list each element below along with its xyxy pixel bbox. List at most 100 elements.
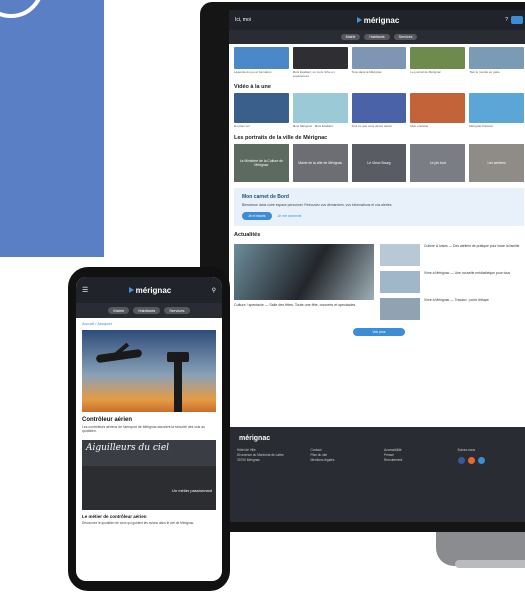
desktop-header: Ici, moi mérignac ? xyxy=(229,10,525,30)
mobile-logo[interactable]: mérignac xyxy=(128,285,172,295)
video-thumb[interactable] xyxy=(351,93,407,124)
featured-caption[interactable]: Mois Etudiant, un mois riche en expérien… xyxy=(293,70,348,78)
featured-thumb[interactable] xyxy=(410,47,466,69)
nav-pill-habitants[interactable]: Habitants xyxy=(364,34,390,40)
featured-thumb[interactable] xyxy=(234,47,289,69)
news-main-card[interactable]: Culture / spectacle — Salle des fêtes. T… xyxy=(234,243,374,320)
nav-pill-habitants[interactable]: Habitants xyxy=(133,307,161,314)
nav-pill-mairie[interactable]: Mairie xyxy=(340,34,361,40)
desktop-monitor: Ici, moi mérignac ? Mairie Habitants Ser… xyxy=(200,2,525,532)
footer-col-links: Accessibilité Presse Recrutement xyxy=(384,448,448,464)
news-main-image[interactable] xyxy=(234,243,374,300)
hero-image xyxy=(82,330,216,412)
video-section: Vidéo à la une En plein vol Mois Mérigna… xyxy=(229,81,525,132)
video-thumb[interactable] xyxy=(469,93,524,124)
portrait-tile[interactable]: Les sentiers xyxy=(469,143,524,182)
news-item[interactable]: Vivre à Mérignac — Une nouvelle médiathè… xyxy=(380,270,524,293)
news-section-title: Actualités xyxy=(234,231,261,238)
desktop-screen: Ici, moi mérignac ? Mairie Habitants Ser… xyxy=(229,10,525,522)
news-grid: Culture / spectacle — Salle des fêtes. T… xyxy=(229,243,525,320)
portrait-tile[interactable]: Le pin tord xyxy=(410,143,466,182)
portrait-tile[interactable]: Mairie de la ville de Mérignac xyxy=(292,143,348,182)
facebook-icon[interactable] xyxy=(457,457,465,465)
callout-title: Mon carnet de Bord xyxy=(242,193,289,200)
footer-logo-text: mérignac xyxy=(239,435,271,442)
mobile-nav: Mairie Habitants Services xyxy=(76,303,222,318)
portraits-section-title: Les portraits de la ville de Mérignac xyxy=(234,134,328,141)
nav-pill-services[interactable]: Services xyxy=(164,307,190,314)
mobile-logo-text: mérignac xyxy=(135,285,172,295)
help-icon[interactable]: ? xyxy=(505,17,508,23)
news-item-image[interactable] xyxy=(380,297,420,320)
footer-col-address: Hôtel de Ville 60 avenue du Maréchal de … xyxy=(237,448,301,464)
portrait-tile[interactable]: Le Vieux Bourg xyxy=(351,143,407,182)
featured-caption[interactable]: Le journal de Mérignac xyxy=(410,70,465,78)
article-text: Les contrôleurs aériens de l'aéroport de… xyxy=(82,425,205,434)
login-link[interactable]: Je me connecte xyxy=(278,214,302,218)
article-subtitle-text: Découvrez le quotidien de ceux qui guide… xyxy=(82,520,195,525)
news-item-image[interactable] xyxy=(380,243,420,266)
footer-social-label: Suivez-nous xyxy=(457,448,476,452)
article-subtitle: Le métier de contrôleur aérien xyxy=(82,513,147,519)
signup-button[interactable]: Je m'inscris xyxy=(242,211,272,220)
video-thumb[interactable] xyxy=(410,93,466,124)
article-image-caption: Aiguilleurs du ciel xyxy=(86,442,170,453)
twitter-icon[interactable] xyxy=(477,457,485,465)
footer-col-social: Suivez-nous xyxy=(457,448,522,465)
play-icon xyxy=(356,17,362,23)
portraits-section: Les portraits de la ville de Mérignac Le… xyxy=(229,132,525,185)
portrait-tile[interactable]: Le Ministère de la Culture de Mérignac xyxy=(234,143,289,182)
news-item-text[interactable]: Vivre à Mérignac — Une nouvelle médiathè… xyxy=(424,271,510,293)
featured-caption[interactable]: Tous dans la Mérignac xyxy=(352,70,407,78)
news-item[interactable]: Culture & loisirs — Des ateliers de prat… xyxy=(380,243,524,266)
location-label[interactable]: Ici, moi xyxy=(235,17,251,23)
article-image-subcaption: Un métier passionnant xyxy=(171,487,212,493)
news-list: Culture & loisirs — Des ateliers de prat… xyxy=(380,243,524,320)
account-callout: Mon carnet de Bord Bienvenue dans votre … xyxy=(234,187,524,226)
video-caption[interactable]: Tout ce que vous devez savoir xyxy=(352,125,407,129)
video-caption[interactable]: En plein vol xyxy=(234,125,289,129)
nav-pill-services[interactable]: Services xyxy=(393,34,418,40)
decorative-blue-panel xyxy=(0,0,104,257)
video-caption[interactable]: Mon entraîné xyxy=(410,125,465,129)
callout-text: Bienvenue dans votre espace personnel. R… xyxy=(242,202,393,207)
site-logo[interactable]: mérignac xyxy=(356,15,400,25)
news-item[interactable]: Vivre à Mérignac — Travaux : point d'éta… xyxy=(380,297,524,320)
footer-link[interactable]: Recrutement xyxy=(384,458,448,463)
breadcrumb[interactable]: Accueil / Aéroport xyxy=(76,318,222,330)
featured-thumb[interactable] xyxy=(469,47,524,69)
video-thumb[interactable] xyxy=(292,93,348,124)
footer-link[interactable]: Mentions légales xyxy=(311,458,375,463)
search-icon[interactable]: ⚲ xyxy=(212,287,216,294)
nav-pill-mairie[interactable]: Mairie xyxy=(108,307,130,314)
account-button[interactable] xyxy=(510,16,523,24)
featured-thumb[interactable] xyxy=(351,47,407,69)
video-section-title: Vidéo à la une xyxy=(234,84,271,91)
monitor-stand-base xyxy=(455,560,525,568)
site-footer: mérignac Hôtel de Ville 60 avenue du Mar… xyxy=(229,427,525,522)
instagram-icon[interactable] xyxy=(467,457,475,465)
footer-line: 33700 Mérignac xyxy=(237,458,260,463)
mobile-header: ☰ mérignac ⚲ xyxy=(76,277,222,303)
article-title: Contrôleur aérien xyxy=(82,417,133,423)
footer-col-links: Contact Plan du site Mentions légales xyxy=(311,448,375,464)
more-news-button[interactable]: Voir plus xyxy=(353,327,405,336)
news-section: Actualités xyxy=(229,229,525,244)
footer-logo[interactable]: mérignac xyxy=(237,435,521,442)
featured-caption[interactable]: Légende du jeu et formation xyxy=(234,70,289,78)
video-caption[interactable]: Mois Mérignac : Mois Etudiant xyxy=(293,125,348,129)
video-caption[interactable]: Mérignac Passion xyxy=(469,125,524,129)
logo-text: mérignac xyxy=(363,15,400,25)
news-item-text[interactable]: Vivre à Mérignac — Travaux : point d'éta… xyxy=(424,298,489,320)
circle-arc-decoration xyxy=(0,0,44,18)
news-item-image[interactable] xyxy=(380,270,420,293)
mobile-screen: ☰ mérignac ⚲ Mairie Habitants Services A… xyxy=(76,277,222,581)
news-item-text[interactable]: Culture & loisirs — Des ateliers de prat… xyxy=(424,244,519,266)
play-icon xyxy=(128,287,134,293)
news-main-caption[interactable]: Culture / spectacle — Salle des fêtes. T… xyxy=(234,303,374,307)
article-image: Aiguilleurs du ciel Un métier passionnan… xyxy=(82,439,216,510)
menu-icon[interactable]: ☰ xyxy=(82,286,88,294)
video-thumb[interactable] xyxy=(234,93,289,124)
featured-caption[interactable]: Tout le monde en parle xyxy=(469,70,524,78)
featured-thumb[interactable] xyxy=(292,47,348,69)
